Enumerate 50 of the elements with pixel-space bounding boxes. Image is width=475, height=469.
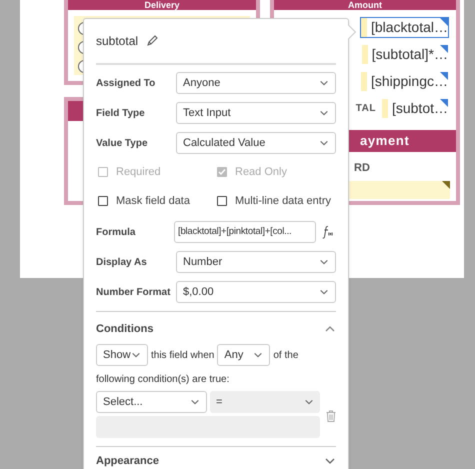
- chevron-icon: [319, 109, 329, 117]
- field-label: Formula: [96, 226, 136, 240]
- checkbox-label: Required: [116, 165, 161, 180]
- dropdown[interactable]: $,0.00: [176, 281, 336, 303]
- calculated-field[interactable]: [subtot…: [382, 99, 448, 118]
- checkbox[interactable]: [217, 196, 227, 206]
- section-title: Appearance: [96, 454, 159, 469]
- dropdown[interactable]: Show: [96, 344, 148, 366]
- dropdown[interactable]: Any: [217, 344, 270, 366]
- dropdown[interactable]: Number: [176, 251, 336, 273]
- dropdown[interactable]: Anyone: [176, 72, 336, 94]
- field-label: Number Format: [96, 286, 172, 300]
- condition-text: following condition(s) are true:: [96, 373, 230, 387]
- field-label: Display As: [96, 256, 148, 270]
- chevron-icon: [253, 351, 264, 359]
- calculated-field[interactable]: [shippingc…: [360, 72, 448, 91]
- field-label: TAL: [356, 102, 376, 116]
- condition-text: this field when: [151, 348, 214, 362]
- field-label: Assigned To: [96, 76, 156, 90]
- dropdown[interactable]: Calculated Value: [176, 132, 336, 154]
- chevron-icon[interactable]: [324, 457, 336, 465]
- corner-mark-icon: [442, 180, 450, 188]
- formula-field[interactable]: [blacktotal]+[pinktotal]+[col...: [174, 221, 316, 243]
- field-name: subtotal: [96, 33, 138, 50]
- checkbox[interactable]: [98, 196, 108, 206]
- dropdown[interactable]: =: [210, 391, 320, 413]
- checkbox-label: Read Only: [235, 165, 287, 180]
- chevron-icon: [319, 258, 329, 266]
- section-header: Delivery: [68, 0, 256, 10]
- field-label: Value Type: [96, 136, 149, 150]
- dropdown[interactable]: Text Input: [176, 102, 336, 124]
- calculated-field[interactable]: [subtotal]*…: [362, 45, 448, 64]
- checkbox-label: Mask field data: [116, 194, 190, 208]
- field-label: Field Type: [96, 106, 146, 120]
- chevron-icon: [304, 398, 314, 406]
- trash-icon[interactable]: [326, 410, 336, 422]
- calculated-field[interactable]: [blacktotal…: [360, 18, 448, 37]
- chevron-icon: [190, 398, 200, 406]
- chevron-icon: [319, 139, 329, 147]
- section-header: Amount: [274, 0, 456, 10]
- chevron-icon: [319, 79, 329, 87]
- pencil-icon[interactable]: [146, 35, 158, 47]
- chevron-icon: [319, 288, 329, 296]
- section-title: Conditions: [96, 322, 154, 337]
- dropdown[interactable]: Select...: [96, 391, 207, 413]
- chevron-icon: [131, 351, 141, 359]
- checkbox-label: Multi-line data entry: [235, 194, 331, 208]
- condition-text: of the: [273, 348, 298, 362]
- field-label: RD: [354, 161, 370, 176]
- chevron-icon[interactable]: [324, 325, 336, 333]
